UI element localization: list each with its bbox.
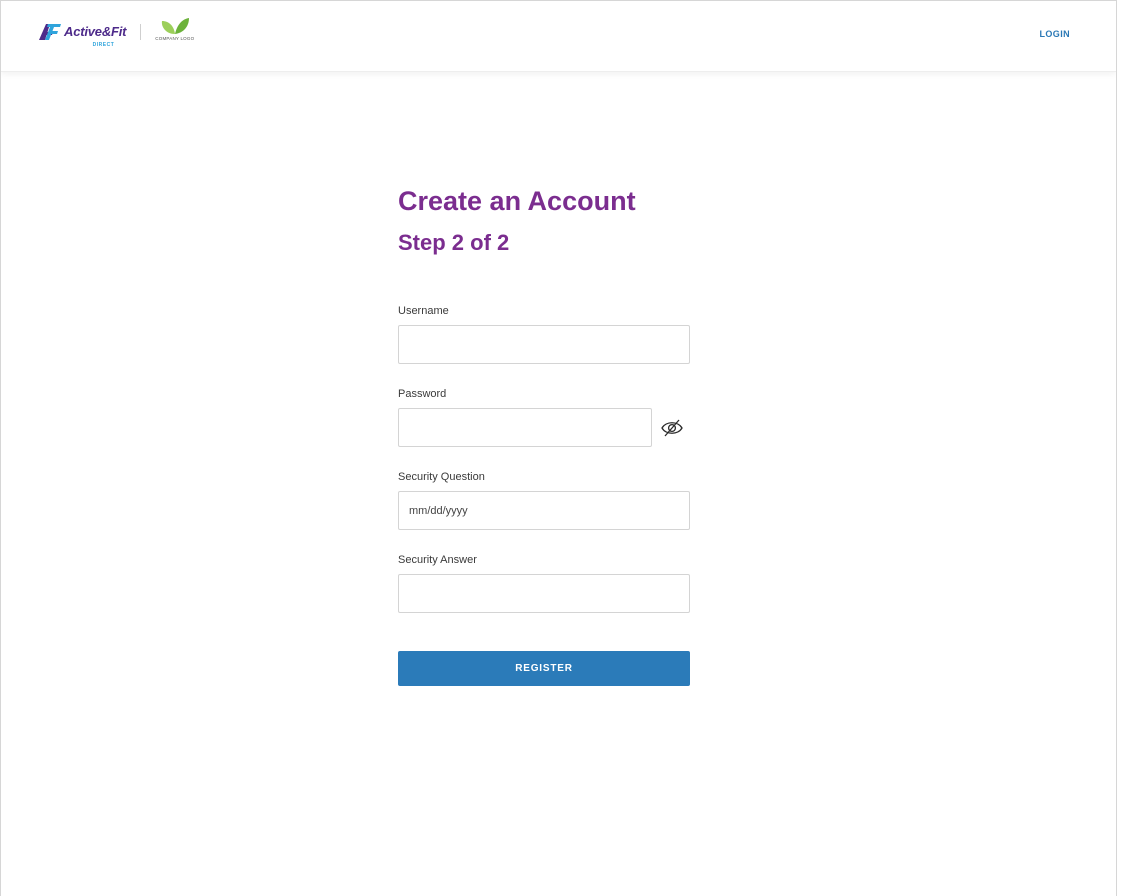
page-frame: Active&Fit DIRECT COMPANY LOGO LOGIN Cre… xyxy=(0,0,1117,896)
company-logo-text: COMPANY LOGO xyxy=(155,36,195,41)
security-question-label: Security Question xyxy=(398,471,485,483)
company-logo: COMPANY LOGO xyxy=(155,17,194,41)
security-answer-label: Security Answer xyxy=(398,554,477,566)
username-label: Username xyxy=(398,305,449,317)
password-input[interactable] xyxy=(398,408,652,447)
register-button[interactable]: REGISTER xyxy=(398,651,690,686)
page-title: Create an Account xyxy=(398,186,636,216)
security-question-input[interactable] xyxy=(398,491,690,530)
username-input[interactable] xyxy=(398,325,690,364)
leaf-icon xyxy=(161,18,189,34)
af-logo-icon xyxy=(39,24,61,40)
top-header: Active&Fit DIRECT COMPANY LOGO LOGIN xyxy=(1,1,1116,72)
step-indicator: Step 2 of 2 xyxy=(398,230,510,255)
brand-wordmark: Active&Fit DIRECT xyxy=(64,24,127,49)
brand-divider xyxy=(140,24,142,40)
password-label: Password xyxy=(398,388,447,400)
brand-subtitle: DIRECT xyxy=(92,42,115,48)
brand-name: Active&Fit xyxy=(64,24,127,39)
login-link[interactable]: LOGIN xyxy=(1040,29,1071,39)
security-answer-input[interactable] xyxy=(398,574,690,613)
registration-form: Create an Account Step 2 of 2 Username P… xyxy=(398,183,728,686)
brand-logos: Active&Fit DIRECT COMPANY LOGO xyxy=(39,18,194,49)
eye-slash-icon[interactable] xyxy=(659,417,685,439)
